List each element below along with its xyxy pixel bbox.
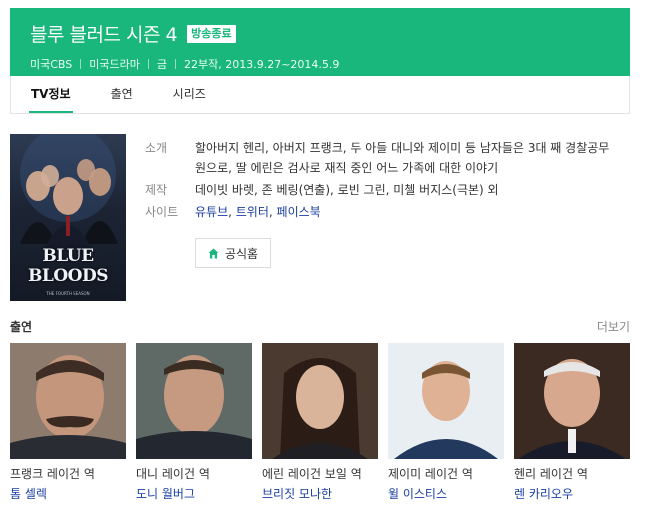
- info-production-text: 데이빗 바렛, 존 베링(연출), 로빈 그린, 미첼 버지스(극본) 외: [195, 183, 499, 197]
- cast-card[interactable]: 프랭크 레이건 역 톰 셀렉: [10, 343, 126, 502]
- cast-photo-art: [10, 343, 126, 459]
- cast-name[interactable]: 윌 이스티스: [388, 486, 504, 502]
- site-separator: ,: [228, 205, 236, 219]
- meta-channel: 미국CBS: [30, 58, 73, 71]
- info-site-links: 유튜브, 트위터, 페이스북: [195, 202, 615, 222]
- tab-bar: TV정보 출연 시리즈: [10, 76, 630, 114]
- program-meta: 미국CBS 미국드라마 금 22부작, 2013.9.27~2014.5.9: [30, 56, 630, 72]
- cast-role: 에린 레이건 보일 역: [262, 467, 362, 481]
- cast-header: 출연 더보기: [10, 318, 630, 335]
- cast-list: 프랭크 레이건 역 톰 셀렉 대니 레이건 역 도니 월버그 에린 레이건 보일…: [10, 343, 630, 502]
- cast-role: 헨리 레이건 역: [514, 467, 588, 481]
- cast-name[interactable]: 렌 카리오우: [514, 486, 630, 502]
- poster-image[interactable]: BLUE BLOODS THE FOURTH SEASON: [10, 134, 126, 301]
- tab-cast[interactable]: 출연: [111, 76, 133, 113]
- cast-photo-art: [514, 343, 630, 459]
- cast-card[interactable]: 에린 레이건 보일 역 브리짓 모나한: [262, 343, 378, 502]
- program-title[interactable]: 블루 블러드 시즌 4: [30, 20, 178, 47]
- cast-role: 제이미 레이건 역: [388, 467, 473, 481]
- cast-photo-art: [262, 343, 378, 459]
- meta-divider: [80, 59, 82, 69]
- info-intro-text: 할아버지 헨리, 아버지 프랭크, 두 아들 대니와 제이미 등 남자들은 3대…: [195, 141, 610, 175]
- info-production-row: 제작 데이빗 바렛, 존 베링(연출), 로빈 그린, 미첼 버지스(극본) 외: [145, 180, 615, 200]
- meta-divider: [175, 59, 176, 69]
- site-link-youtube[interactable]: 유튜브: [195, 205, 228, 219]
- tab-tv-info[interactable]: TV정보: [29, 76, 73, 113]
- cast-photo[interactable]: [136, 343, 252, 459]
- official-homepage-label: 공식홈: [224, 246, 259, 261]
- cast-photo-art: [388, 343, 504, 459]
- poster-title: BLUE BLOODS: [28, 246, 108, 286]
- info-production-label: 제작: [145, 183, 168, 197]
- cast-name[interactable]: 브리짓 모나한: [262, 486, 378, 502]
- meta-genre: 미국드라마: [89, 58, 140, 71]
- tab-series[interactable]: 시리즈: [173, 76, 206, 113]
- cast-card[interactable]: 대니 레이건 역 도니 월버그: [136, 343, 252, 502]
- cast-more-link[interactable]: 더보기: [597, 318, 630, 335]
- cast-card[interactable]: 제이미 레이건 역 윌 이스티스: [388, 343, 504, 502]
- cast-photo-art: [136, 343, 252, 459]
- info-site-row: 사이트 유튜브, 트위터, 페이스북: [145, 202, 615, 222]
- site-link-twitter[interactable]: 트위터: [236, 205, 269, 219]
- site-separator: ,: [268, 205, 277, 219]
- program-info: 소개 할아버지 헨리, 아버지 프랭크, 두 아들 대니와 제이미 등 남자들은…: [145, 138, 615, 224]
- cast-photo[interactable]: [388, 343, 504, 459]
- cast-photo[interactable]: [10, 343, 126, 459]
- cast-photo[interactable]: [514, 343, 630, 459]
- site-link-facebook[interactable]: 페이스북: [277, 205, 321, 219]
- home-icon: [208, 248, 219, 258]
- info-site-label: 사이트: [145, 205, 179, 219]
- official-homepage-button[interactable]: 공식홈: [195, 238, 271, 268]
- meta-divider: [147, 59, 149, 69]
- info-intro-label: 소개: [145, 141, 168, 155]
- cast-name[interactable]: 도니 월버그: [136, 486, 252, 502]
- cast-card[interactable]: 헨리 레이건 역 렌 카리오우: [514, 343, 630, 502]
- status-badge: 방송종료: [187, 24, 236, 43]
- meta-day: 금: [156, 58, 167, 71]
- cast-name[interactable]: 톰 셀렉: [10, 486, 126, 502]
- cast-role: 대니 레이건 역: [136, 467, 210, 481]
- cast-photo[interactable]: [262, 343, 378, 459]
- cast-section-title: 출연: [10, 320, 33, 334]
- info-intro-row: 소개 할아버지 헨리, 아버지 프랭크, 두 아들 대니와 제이미 등 남자들은…: [145, 138, 615, 178]
- poster-subtitle: THE FOURTH SEASON: [46, 291, 90, 296]
- meta-episodes-dates: 22부작, 2013.9.27~2014.5.9: [184, 58, 340, 71]
- program-header: 블루 블러드 시즌 4 방송종료 미국CBS 미국드라마 금 22부작, 201…: [10, 8, 630, 76]
- cast-role: 프랭크 레이건 역: [10, 467, 95, 481]
